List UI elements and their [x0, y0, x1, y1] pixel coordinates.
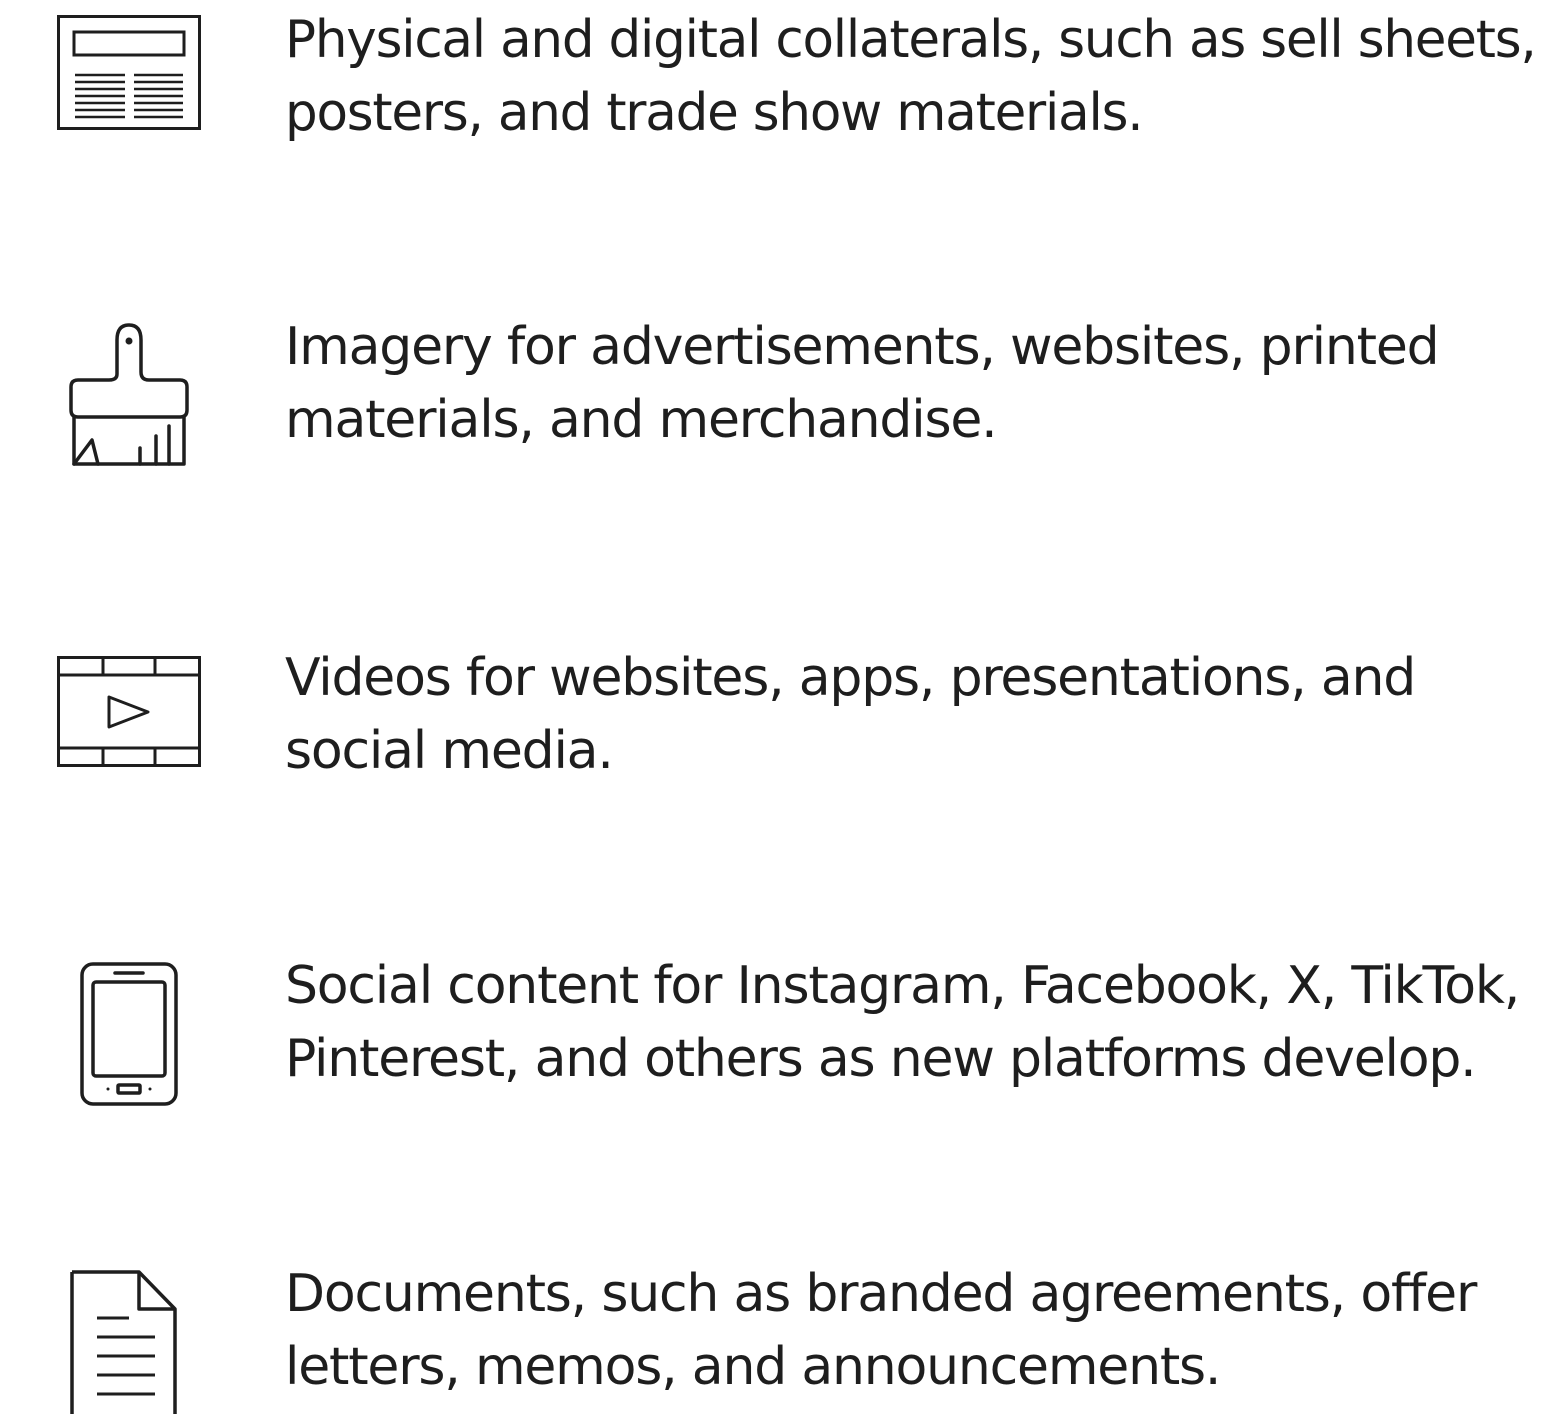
video-icon — [57, 656, 201, 767]
item-description: Videos for websites, apps, presentations… — [285, 642, 1416, 788]
item-text-line: posters, and trade show materials. — [285, 83, 1144, 143]
item-text-line: social media. — [285, 721, 614, 781]
item-description: Documents, such as branded agreements, o… — [285, 1258, 1477, 1404]
item-text-line: Imagery for advertisements, websites, pr… — [285, 317, 1440, 377]
item-text-line: Physical and digital collaterals, such a… — [285, 10, 1537, 70]
item-text-line: Documents, such as branded agreements, o… — [285, 1264, 1477, 1324]
item-description: Imagery for advertisements, websites, pr… — [285, 311, 1440, 457]
item-text-line: letters, memos, and announcements. — [285, 1337, 1221, 1397]
item-description: Social content for Instagram, Facebook, … — [285, 950, 1520, 1096]
layout-icon — [57, 15, 201, 131]
paintbrush-icon — [68, 322, 190, 468]
document-icon — [69, 1269, 179, 1414]
item-description: Physical and digital collaterals, such a… — [285, 4, 1537, 150]
item-text-line: materials, and merchandise. — [285, 390, 998, 450]
item-text-line: Social content for Instagram, Facebook, … — [285, 956, 1520, 1016]
mobile-icon — [80, 962, 178, 1106]
item-text-line: Pinterest, and others as new platforms d… — [285, 1029, 1477, 1089]
item-text-line: Videos for websites, apps, presentations… — [285, 648, 1416, 708]
